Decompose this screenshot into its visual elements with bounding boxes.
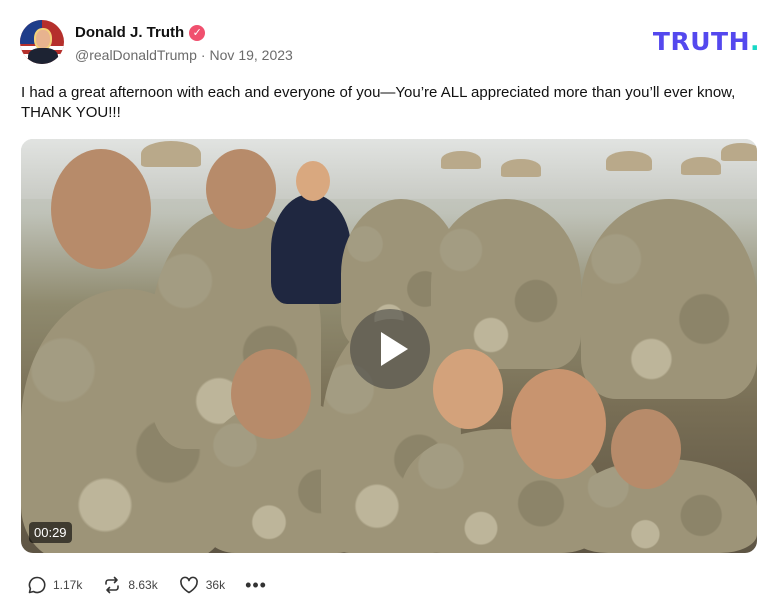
truth-logo[interactable]: TRUTH. — [653, 27, 760, 56]
user-handle[interactable]: @realDonaldTrump — [75, 47, 197, 63]
video-figure-hat — [441, 151, 481, 169]
like-button[interactable]: 36k — [178, 575, 225, 595]
handle-separator: · — [200, 47, 206, 63]
verified-badge-icon: ✓ — [189, 24, 206, 41]
post-date[interactable]: Nov 19, 2023 — [210, 47, 293, 63]
video-duration: 00:29 — [29, 522, 72, 543]
avatar-face — [34, 28, 52, 50]
retruth-button[interactable]: 8.63k — [102, 575, 158, 595]
video-figure — [581, 199, 757, 399]
reply-icon — [28, 576, 46, 594]
video-figure-head — [296, 161, 330, 201]
video-figure-head — [511, 369, 606, 479]
play-button[interactable] — [350, 309, 430, 389]
video-figure-hat — [721, 143, 757, 161]
display-name[interactable]: Donald J. Truth — [75, 24, 184, 41]
video-figure-hat — [501, 159, 541, 177]
video-figure-hat — [141, 141, 201, 167]
video-figure — [271, 194, 351, 304]
truth-logo-text: TRUTH — [652, 27, 750, 56]
post-text: I had a great afternoon with each and ev… — [21, 84, 736, 121]
video-figure-head — [231, 349, 311, 439]
action-bar: 1.17k 8.63k 36k ••• — [27, 573, 267, 597]
retruth-icon — [105, 576, 120, 594]
more-options-button[interactable]: ••• — [245, 575, 267, 596]
avatar[interactable] — [20, 20, 64, 64]
avatar-suit — [28, 48, 58, 64]
truth-logo-dot: . — [750, 27, 760, 56]
reply-count: 1.17k — [53, 578, 83, 592]
truth-post: Donald J. Truth ✓ @realDonaldTrump · Nov… — [0, 0, 778, 615]
reply-button[interactable]: 1.17k — [27, 575, 82, 595]
retruth-count: 8.63k — [128, 578, 158, 592]
heart-icon — [179, 576, 198, 594]
video-figure-hat — [681, 157, 721, 175]
play-icon — [381, 332, 408, 366]
like-count: 36k — [205, 578, 226, 592]
post-header: Donald J. Truth ✓ @realDonaldTrump · Nov… — [20, 20, 760, 66]
video-figure-head — [206, 149, 276, 229]
video-figure-hat — [606, 151, 652, 171]
handle-row: @realDonaldTrump · Nov 19, 2023 — [75, 47, 293, 63]
video-figure-head — [433, 349, 503, 429]
video-figure — [431, 199, 581, 369]
video-figure-head — [51, 149, 151, 269]
video-player[interactable]: 00:29 — [21, 139, 757, 553]
video-figure-head — [611, 409, 681, 489]
name-row: Donald J. Truth ✓ — [75, 24, 206, 41]
